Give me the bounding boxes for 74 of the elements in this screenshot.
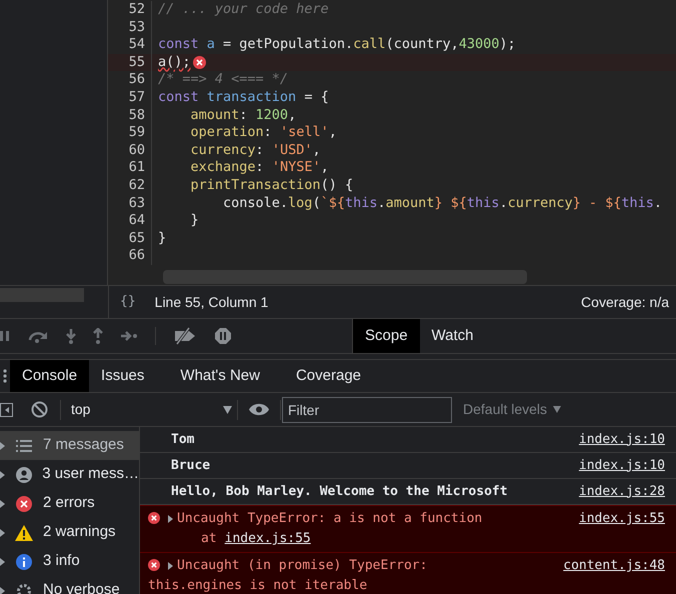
- code-line: currency: 'USD',: [190, 142, 321, 160]
- stack-frame-text: at: [201, 530, 217, 548]
- code-line: }: [190, 212, 199, 230]
- code-line: a();: [157, 54, 191, 72]
- eye-icon[interactable]: [249, 403, 269, 416]
- error-message: Uncaught (in promise) TypeError:: [177, 557, 428, 575]
- user-icon: [16, 466, 32, 482]
- code-line: // ... your code here: [157, 1, 329, 19]
- code-line: printTransaction() {: [190, 176, 354, 195]
- pretty-print-icon[interactable]: {}: [120, 292, 136, 312]
- code-line: exchange: 'NYSE',: [190, 159, 329, 177]
- more-options-icon[interactable]: [2, 368, 8, 384]
- source-link[interactable]: index.js:55: [578, 509, 665, 549]
- error-icon: [16, 496, 32, 512]
- deactivate-breakpoints-icon[interactable]: [173, 327, 197, 345]
- log-message: Bruce: [171, 456, 210, 475]
- expand-arrow-icon[interactable]: [0, 528, 5, 536]
- expand-arrow-icon[interactable]: [0, 558, 5, 566]
- context-dropdown[interactable]: top: [61, 399, 237, 420]
- step-into-icon[interactable]: [66, 328, 76, 344]
- expand-arrow-icon[interactable]: [168, 562, 173, 570]
- expand-arrow-icon[interactable]: [0, 470, 5, 478]
- expand-arrow-icon[interactable]: [0, 586, 5, 594]
- step-icon[interactable]: [120, 331, 138, 341]
- list-icon: [16, 440, 32, 452]
- log-message: Tom: [171, 430, 194, 449]
- cursor-position: Line 55, Column 1: [154, 292, 268, 312]
- log-message: Hello, Bob Marley. Welcome to the Microsoft: [171, 482, 508, 501]
- drawer-tab[interactable]: Coverage: [284, 360, 374, 392]
- dropdown-caret-icon: [223, 406, 232, 414]
- warning-icon: [15, 524, 33, 540]
- pause-icon[interactable]: [0, 330, 10, 342]
- source-link[interactable]: index.js:10: [578, 430, 665, 450]
- drawer-tab[interactable]: What's New: [168, 360, 272, 392]
- log-levels-dropdown[interactable]: Default levels: [463, 399, 562, 420]
- error-icon: [148, 512, 160, 524]
- source-link[interactable]: content.js:48: [563, 556, 665, 594]
- code-line: amount: 1200,: [190, 106, 296, 124]
- error-message: this.engines is not iterable: [148, 578, 368, 593]
- scrollbar-thumb[interactable]: [0, 288, 84, 302]
- dropdown-caret-icon: [553, 406, 562, 413]
- sidebar-toggle-icon[interactable]: [0, 402, 13, 416]
- filter-field[interactable]: Filter: [282, 396, 452, 422]
- code-line: const transaction = {: [157, 88, 329, 107]
- sidebar-item[interactable]: 3 info: [0, 547, 139, 576]
- code-line: operation: 'sell',: [190, 124, 337, 142]
- code-line: const a = getPopulation.call(country,43000);: [157, 36, 516, 54]
- drawer-tab[interactable]: Console: [10, 360, 90, 392]
- expand-arrow-icon[interactable]: [0, 442, 5, 450]
- source-link[interactable]: index.js:10: [578, 456, 665, 476]
- sidebar-item[interactable]: 3 user mess…: [0, 460, 139, 489]
- sidebar-item[interactable]: 2 errors: [0, 489, 139, 518]
- clear-console-icon[interactable]: [31, 401, 48, 418]
- panel-tab[interactable]: Scope: [353, 319, 420, 353]
- sidebar-item[interactable]: 7 messages: [0, 431, 139, 460]
- expand-arrow-icon[interactable]: [168, 515, 173, 523]
- panel-tab[interactable]: Watch: [420, 319, 486, 353]
- code-line: }: [157, 230, 166, 248]
- drawer-tab[interactable]: Issues: [89, 360, 156, 392]
- horizontal-scrollbar[interactable]: [163, 270, 527, 284]
- coverage-status: Coverage: n/a: [581, 292, 669, 312]
- code-line: /* ==> 4 <=== */: [157, 71, 288, 89]
- info-icon: [16, 554, 32, 570]
- sidebar-item[interactable]: 2 warnings: [0, 518, 139, 547]
- error-message: Uncaught TypeError: a is not a function: [177, 510, 482, 528]
- pause-on-exceptions-icon[interactable]: [214, 327, 232, 345]
- gear-icon: [16, 582, 32, 594]
- code-line: console.log(`${this.amount} ${this.currency} - ${this.: [222, 194, 662, 212]
- source-link[interactable]: index.js:55: [224, 529, 311, 549]
- step-over-icon[interactable]: [27, 329, 49, 343]
- step-out-icon[interactable]: [93, 328, 103, 344]
- error-icon: [148, 559, 160, 571]
- expand-arrow-icon[interactable]: [0, 500, 5, 508]
- source-link[interactable]: index.js:28: [578, 482, 665, 502]
